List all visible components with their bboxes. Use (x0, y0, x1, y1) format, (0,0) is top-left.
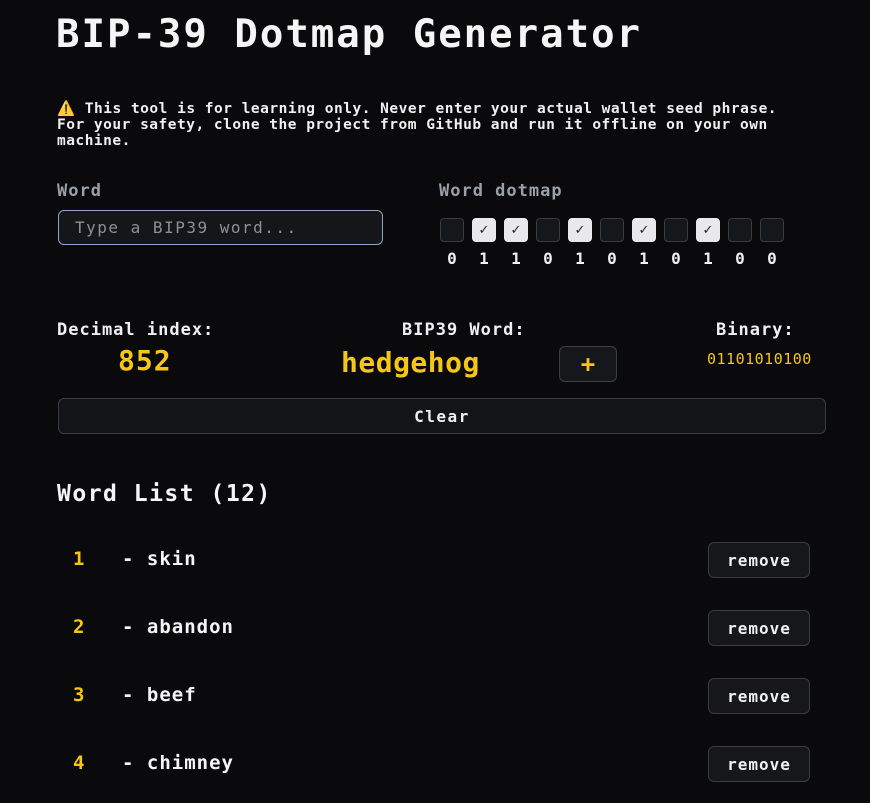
list-item-word-text: abandon (146, 616, 234, 638)
word-input[interactable] (58, 210, 383, 245)
remove-word-button[interactable]: remove (708, 678, 810, 714)
dotmap-bit-1: ✓ 1 (472, 218, 496, 268)
dotmap-bit-label: 1 (703, 249, 713, 268)
remove-word-button[interactable]: remove (708, 610, 810, 646)
check-icon: ✓ (638, 222, 650, 238)
dotmap-bit-10: 0 (760, 218, 784, 268)
list-item-separator: - (122, 752, 135, 774)
dotmap-bit-label: 0 (735, 249, 745, 268)
safety-warning: ⚠️ This tool is for learning only. Never… (57, 101, 787, 149)
dotmap-bit-8: ✓ 1 (696, 218, 720, 268)
list-item-separator: - (122, 684, 135, 706)
dotmap-bit-label: 1 (511, 249, 521, 268)
list-item-index: 2 (73, 616, 85, 638)
warning-icon: ⚠️ (57, 101, 76, 117)
dotmap-bit-label: 0 (447, 249, 457, 268)
decimal-index-label: Decimal index: (57, 320, 215, 340)
list-item-word: - skin (122, 548, 197, 570)
dotmap-bit-label: 1 (575, 249, 585, 268)
dotmap-bit-label: 0 (543, 249, 553, 268)
list-item-word-text: skin (146, 548, 197, 570)
dotmap-bit-9: 0 (728, 218, 752, 268)
dotmap-bit-label: 1 (479, 249, 489, 268)
dotmap-checkbox[interactable]: ✓ (504, 218, 528, 242)
dotmap-checkbox[interactable] (664, 218, 688, 242)
dotmap-bit-4: ✓ 1 (568, 218, 592, 268)
check-icon: ✓ (702, 222, 714, 238)
list-item-index: 1 (73, 548, 85, 570)
list-item: 1 - skin remove (0, 542, 870, 578)
remove-word-button[interactable]: remove (708, 746, 810, 782)
dotmap-bit-3: 0 (536, 218, 560, 268)
app-root: BIP-39 Dotmap Generator ⚠️ This tool is … (0, 0, 870, 803)
list-item-word: - chimney (122, 752, 234, 774)
dotmap-bit-6: ✓ 1 (632, 218, 656, 268)
dotmap-checkbox[interactable]: ✓ (632, 218, 656, 242)
list-item-word-text: beef (146, 684, 197, 706)
dotmap-checkbox[interactable] (536, 218, 560, 242)
add-word-button[interactable]: + (559, 346, 617, 382)
dotmap-bit-7: 0 (664, 218, 688, 268)
dotmap-bit-label: 0 (767, 249, 777, 268)
clear-button[interactable]: Clear (58, 398, 826, 434)
list-item-separator: - (122, 548, 135, 570)
list-item-index: 3 (73, 684, 85, 706)
dotmap-checkbox[interactable] (440, 218, 464, 242)
dotmap-label: Word dotmap (439, 181, 563, 201)
binary-value: 01101010100 (707, 350, 812, 368)
list-item-word: - abandon (122, 616, 234, 638)
dotmap-bit-2: ✓ 1 (504, 218, 528, 268)
check-icon: ✓ (574, 222, 586, 238)
check-icon: ✓ (510, 222, 522, 238)
word-input-label: Word (57, 181, 102, 201)
dotmap-bit-label: 0 (607, 249, 617, 268)
dotmap-bit-0: 0 (440, 218, 464, 268)
bip39-word-label: BIP39 Word: (402, 320, 526, 340)
dotmap-grid: 0 ✓ 1 ✓ 1 0 ✓ 1 0 ✓ 1 0 ✓ 1 0 0 (440, 218, 784, 268)
list-item: 4 - chimney remove (0, 746, 870, 782)
list-item: 2 - abandon remove (0, 610, 870, 646)
bip39-word-value: hedgehog (341, 346, 480, 379)
dotmap-checkbox[interactable]: ✓ (568, 218, 592, 242)
dotmap-bit-5: 0 (600, 218, 624, 268)
list-item-index: 4 (73, 752, 85, 774)
check-icon: ✓ (478, 222, 490, 238)
decimal-index-value: 852 (118, 344, 172, 377)
list-item-word: - beef (122, 684, 197, 706)
remove-word-button[interactable]: remove (708, 542, 810, 578)
warning-text: This tool is for learning only. Never en… (57, 101, 778, 149)
dotmap-checkbox[interactable] (760, 218, 784, 242)
page-title: BIP-39 Dotmap Generator (56, 12, 643, 57)
list-item-word-text: chimney (146, 752, 234, 774)
list-item: 3 - beef remove (0, 678, 870, 714)
list-item-separator: - (122, 616, 135, 638)
dotmap-bit-label: 1 (639, 249, 649, 268)
word-list-title: Word List (12) (57, 481, 272, 507)
binary-label: Binary: (716, 320, 795, 340)
dotmap-checkbox[interactable] (728, 218, 752, 242)
dotmap-bit-label: 0 (671, 249, 681, 268)
dotmap-checkbox[interactable]: ✓ (696, 218, 720, 242)
dotmap-checkbox[interactable] (600, 218, 624, 242)
dotmap-checkbox[interactable]: ✓ (472, 218, 496, 242)
